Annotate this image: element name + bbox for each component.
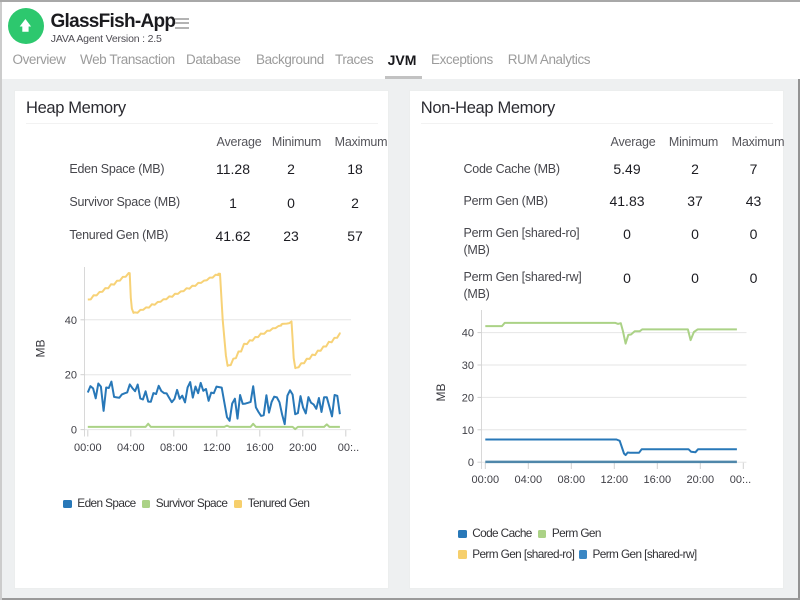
svg-text:20:00: 20:00 [687, 474, 715, 486]
svg-text:40: 40 [462, 328, 474, 340]
svg-text:30: 30 [462, 360, 474, 372]
svg-text:12:00: 12:00 [601, 474, 629, 486]
svg-text:20: 20 [462, 392, 474, 404]
svg-text:10: 10 [462, 425, 474, 437]
svg-text:0: 0 [468, 457, 474, 469]
svg-text:04:00: 04:00 [515, 474, 543, 486]
svg-text:08:00: 08:00 [558, 474, 586, 486]
svg-text:MB: MB [434, 384, 448, 402]
svg-text:00:..: 00:.. [730, 474, 751, 486]
svg-text:00:00: 00:00 [472, 474, 500, 486]
svg-text:16:00: 16:00 [644, 474, 672, 486]
